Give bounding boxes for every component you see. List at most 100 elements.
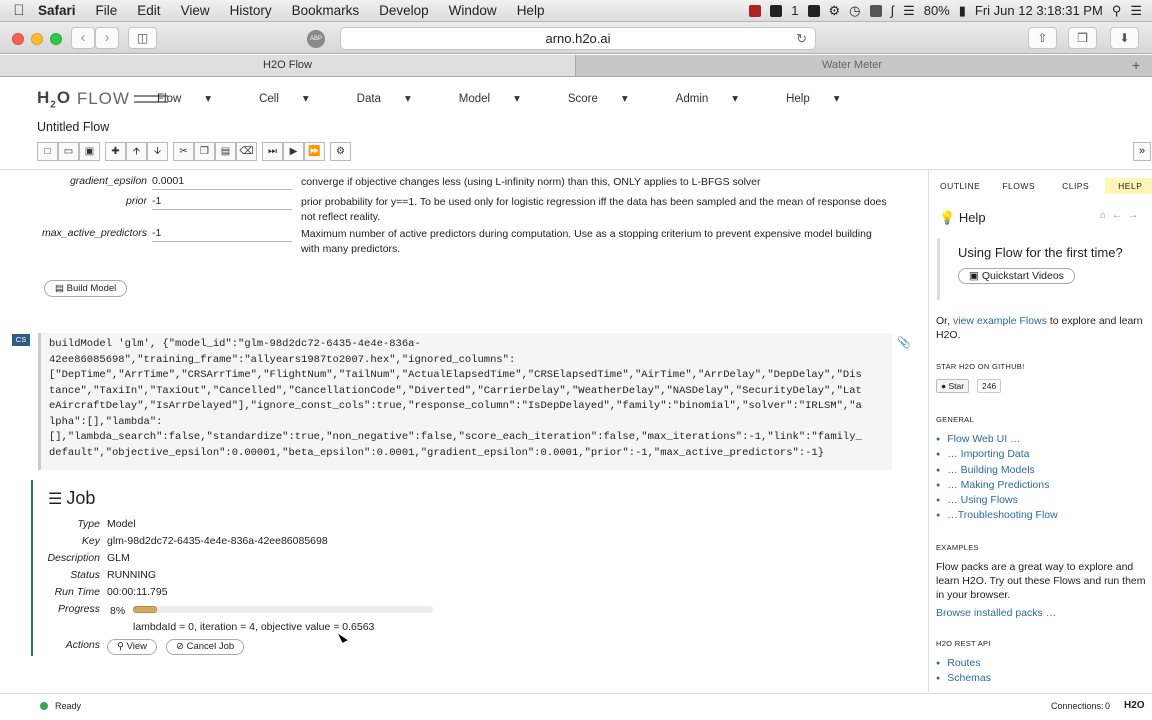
step-run-icon[interactable]: ⏭ [262,142,283,161]
wifi-icon[interactable]: ☰ [903,3,915,19]
menu-model[interactable]: Model ▾ [459,91,544,105]
insert-cell-icon[interactable]: ✚ [105,142,126,161]
link-making-predictions[interactable]: … Making Predictions [936,478,1058,493]
link-flow-web-ui[interactable]: Flow Web UI … [936,432,1058,447]
menubar-window[interactable]: Window [449,3,497,18]
menubar-edit[interactable]: Edit [137,3,160,18]
menu-data[interactable]: Data ▾ [357,91,435,105]
paste-icon[interactable]: ▤ [215,142,236,161]
new-file-icon[interactable]: □ [37,142,58,161]
spotlight-search-icon[interactable]: ⚲ [1112,3,1122,19]
prior-input[interactable]: -1 [152,195,292,210]
tabs-overview-button[interactable]: ❐ [1068,27,1097,49]
eraser-icon[interactable]: ⌫ [236,142,257,161]
browse-packs-link[interactable]: Browse installed packs … [936,606,1146,620]
tab-flows[interactable]: FLOWS [991,178,1046,194]
download-button[interactable]: ⬇ [1110,27,1139,49]
sidebar-toggle-icon[interactable]: » [1133,142,1151,161]
arrow-right-icon[interactable]: → [1128,210,1144,221]
menubar-file[interactable]: File [96,3,118,18]
link-routes[interactable]: Routes [936,656,991,671]
assist-icon[interactable]: ⚙ [330,142,351,161]
battery-icon[interactable]: ▮ [959,3,966,19]
menubar-view[interactable]: View [181,3,210,18]
view-job-label: View [126,641,148,652]
clip-icon[interactable]: 📎 [897,336,911,349]
tab-outline[interactable]: OUTLINE [929,178,991,194]
bluetooth-icon[interactable]: ∫ [891,3,895,18]
adblock-icon[interactable]: ABP [307,30,325,48]
apple-icon[interactable]:  [0,2,38,19]
notification-center-icon[interactable]: ☰ [1130,3,1142,19]
quickstart-videos-button[interactable]: ▣ Quickstart Videos [958,268,1075,284]
example-flows-link[interactable]: view example Flows [953,315,1047,327]
zoom-window-icon[interactable] [50,33,62,45]
job-progress-text: 8% [110,605,126,617]
help-nav: ⌂←→ [1100,210,1144,221]
tab-clips[interactable]: CLIPS [1046,178,1105,194]
tab-h2o-flow[interactable]: H2O Flow [0,55,576,76]
link-troubleshooting[interactable]: …Troubleshooting Flow [936,508,1058,523]
sidebar-toggle-button[interactable]: ◫ [128,27,157,49]
dropbox-icon[interactable] [807,4,820,17]
general-links: Flow Web UI … … Importing Data … Buildin… [936,432,1058,524]
clock-icon[interactable]: ◷ [849,3,860,19]
close-window-icon[interactable] [12,33,24,45]
menubar-help[interactable]: Help [517,3,545,18]
link-building-models[interactable]: … Building Models [936,463,1058,478]
run-all-icon[interactable]: ⏩ [304,142,325,161]
status-app-icon[interactable] [749,4,762,17]
help-heading-text: Help [958,210,986,225]
copy-icon[interactable]: ❐ [194,142,215,161]
menu-help[interactable]: Help ▾ [786,91,863,105]
menu-cell[interactable]: Cell ▾ [259,91,333,105]
gradient-epsilon-input[interactable]: 0.0001 [152,175,292,190]
cut-icon[interactable]: ✂ [173,142,194,161]
run-icon[interactable]: ▶ [283,142,304,161]
gear-icon[interactable]: ⚙ [829,3,841,19]
address-bar[interactable]: arno.h2o.ai ↻ [340,27,816,50]
menubar-bookmarks[interactable]: Bookmarks [292,3,360,18]
menubar-app-name[interactable]: Safari [38,3,76,18]
flow-title[interactable]: Untitled Flow [37,120,109,134]
build-model-button[interactable]: ▤ Build Model [44,280,128,297]
share-button[interactable]: ⇧ [1028,27,1057,49]
minimize-window-icon[interactable] [31,33,43,45]
tab-water-meter[interactable]: Water Meter [577,55,1127,76]
menubar-clock[interactable]: Fri Jun 12 3:18:31 PM [975,3,1103,18]
reload-icon[interactable]: ↻ [796,28,807,49]
back-button[interactable]: ‹ [71,27,95,49]
max-active-predictors-input[interactable]: -1 [152,227,292,242]
link-using-flows[interactable]: … Using Flows [936,493,1058,508]
star-count[interactable]: 246 [977,379,1002,393]
view-job-button[interactable]: ⚲ View [107,639,158,655]
menu-help-label: Help [786,93,810,105]
menubar-history[interactable]: History [230,3,272,18]
menu-flow[interactable]: Flow ▾ [157,91,235,105]
code-cell-editor[interactable]: buildModel 'glm', {"model_id":"glm-98d2d… [38,333,892,470]
tab-help[interactable]: HELP [1105,178,1152,194]
server-icon: ☰ [48,490,63,508]
battery-percent[interactable]: 80% [924,3,950,18]
open-folder-icon[interactable]: ▭ [58,142,79,161]
pocket-icon[interactable] [770,4,783,17]
battery-status-icon[interactable] [869,4,882,17]
github-star-button[interactable]: ● Star [936,379,970,393]
flow-notebook: gradient_epsilon 0.0001 converge if obje… [0,170,927,692]
menu-score[interactable]: Score ▾ [568,91,652,105]
job-label: Actions [65,639,100,651]
arrow-left-icon[interactable]: ← [1112,210,1128,221]
menu-admin[interactable]: Admin ▾ [676,91,762,105]
link-importing-data[interactable]: … Importing Data [936,447,1058,462]
connections-label: Connections: [1051,701,1104,711]
home-icon[interactable]: ⌂ [1100,210,1112,221]
move-down-icon[interactable]: 🡫 [147,142,168,161]
new-tab-button[interactable]: + [1132,57,1140,73]
cancel-job-button[interactable]: ⊘ Cancel Job [166,639,245,655]
forward-button[interactable]: › [95,27,119,49]
save-icon[interactable]: ▣ [79,142,100,161]
menubar-develop[interactable]: Develop [379,3,429,18]
status-extra-count[interactable]: 1 [791,3,798,18]
link-schemas[interactable]: Schemas [936,671,991,686]
move-up-icon[interactable]: 🡩 [126,142,147,161]
